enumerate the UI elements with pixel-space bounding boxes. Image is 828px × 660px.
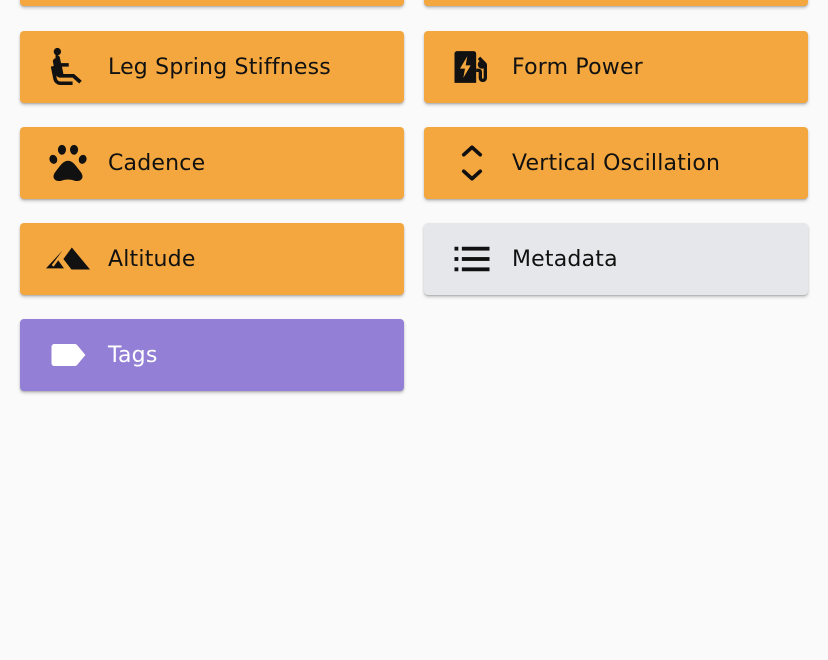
paw-icon — [44, 139, 92, 187]
altitude-card[interactable]: Altitude — [20, 223, 404, 295]
label-icon — [44, 331, 92, 379]
card-label: Vertical Oscillation — [512, 150, 721, 176]
partial-card-right[interactable] — [424, 0, 808, 6]
cadence-card[interactable]: Cadence — [20, 127, 404, 199]
ev-station-icon — [448, 43, 496, 91]
card-label: Form Power — [512, 54, 643, 80]
metadata-card[interactable]: Metadata — [424, 223, 808, 295]
card-label: Tags — [108, 342, 158, 368]
unfold-more-icon — [448, 139, 496, 187]
leg-spring-stiffness-card[interactable]: Leg Spring Stiffness — [20, 31, 404, 103]
tags-card[interactable]: Tags — [20, 319, 404, 391]
card-label: Cadence — [108, 150, 206, 176]
form-power-card[interactable]: Form Power — [424, 31, 808, 103]
terrain-icon — [44, 235, 92, 283]
list-icon — [448, 235, 496, 283]
seat-recline-icon — [44, 43, 92, 91]
partial-card-left[interactable] — [20, 0, 404, 6]
vertical-oscillation-card[interactable]: Vertical Oscillation — [424, 127, 808, 199]
card-label: Metadata — [512, 246, 618, 272]
card-label: Altitude — [108, 246, 196, 272]
card-label: Leg Spring Stiffness — [108, 54, 331, 80]
